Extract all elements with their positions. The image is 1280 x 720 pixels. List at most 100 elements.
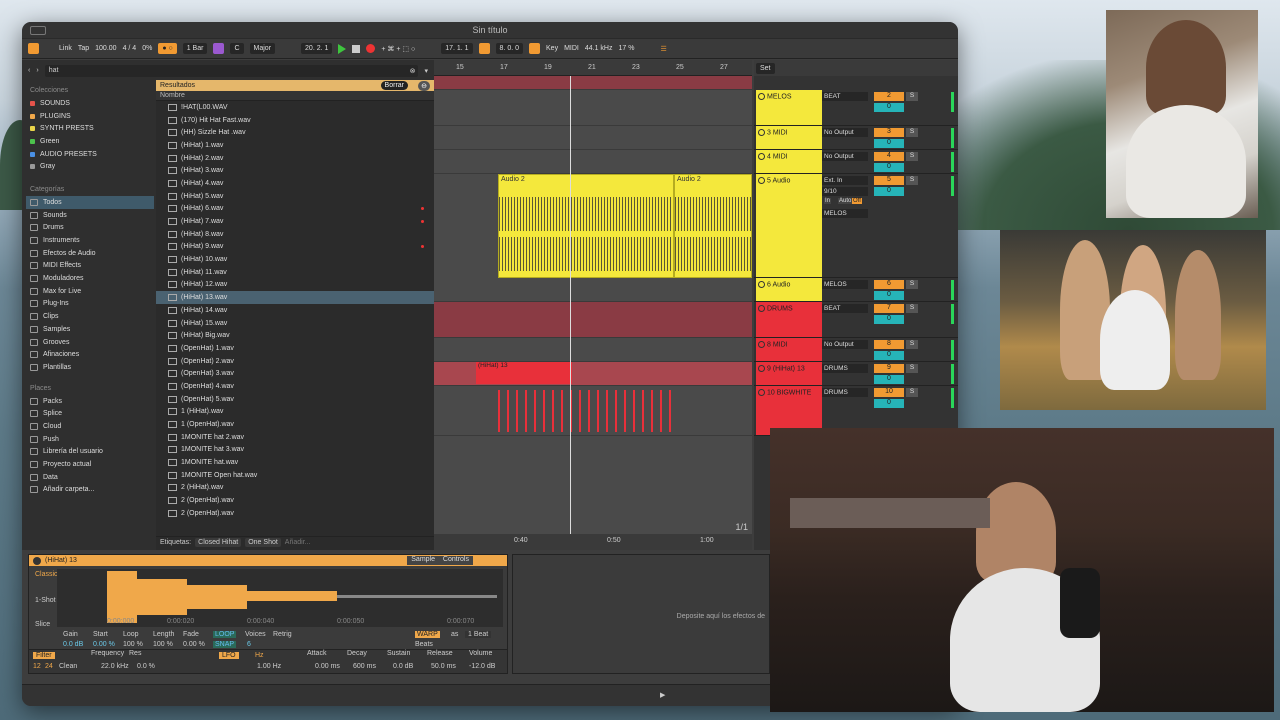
view-toggle-icon[interactable] xyxy=(28,43,39,54)
category-item[interactable]: Drums xyxy=(26,222,154,235)
tag-add[interactable]: Añadir... xyxy=(285,539,311,546)
loop-toggle[interactable]: LOOP xyxy=(213,631,237,638)
frequency-value[interactable]: 22.0 kHz xyxy=(101,663,129,670)
place-item[interactable]: Añadir carpeta... xyxy=(26,484,154,497)
back-icon[interactable]: ‹ xyxy=(28,67,30,74)
track-header[interactable]: 6 Audio MELOS 6 S 0 xyxy=(754,278,958,302)
file-item[interactable]: (HiHat) Big.wav xyxy=(156,329,434,342)
file-item[interactable]: (HiHat) 1.wav xyxy=(156,139,434,152)
file-item[interactable]: 2 (OpenHat).wav xyxy=(156,507,434,520)
lane-6-audio[interactable] xyxy=(434,278,752,302)
length-value[interactable]: 100 % xyxy=(153,641,173,648)
category-item[interactable]: Moduladores xyxy=(26,272,154,285)
file-item[interactable]: (HiHat) 2.wav xyxy=(156,152,434,165)
fold-icon[interactable] xyxy=(758,177,765,184)
lane-8-midi[interactable] xyxy=(434,338,752,362)
file-item[interactable]: (HiHat) 5.wav xyxy=(156,190,434,203)
track-io-dropdown[interactable]: No Output xyxy=(822,340,868,349)
file-item[interactable]: (OpenHat) 1.wav xyxy=(156,342,434,355)
lane-4-midi[interactable] xyxy=(434,150,752,174)
track-pan[interactable]: 0 xyxy=(874,399,904,408)
category-item[interactable]: Instruments xyxy=(26,234,154,247)
lane-9-hihat[interactable]: (HiHat) 13 xyxy=(434,362,752,386)
track-header[interactable]: 3 MIDI No Output 3 S 0 xyxy=(754,126,958,150)
category-item[interactable]: Plantillas xyxy=(26,361,154,374)
collection-item[interactable]: Green xyxy=(26,135,154,148)
audio-clip-1[interactable]: Audio 2 xyxy=(498,174,674,278)
track-io-dropdown[interactable]: No Output xyxy=(822,128,868,137)
solo-button[interactable]: S xyxy=(906,176,918,185)
clear-button[interactable]: Borrar xyxy=(380,81,408,90)
track-activator[interactable]: 4 xyxy=(874,152,904,161)
track-header[interactable]: 5 Audio Ext. In 5 S 0 9/10 MELOS In Auto Off xyxy=(754,174,958,278)
sustain-value[interactable]: 0.0 dB xyxy=(393,663,413,670)
fold-icon[interactable] xyxy=(758,365,765,372)
collection-item[interactable]: AUDIO PRESETS xyxy=(26,148,154,161)
filter-24[interactable]: 24 xyxy=(45,663,53,670)
audio-effects-drop-area[interactable]: Deposite aquí los efectos de xyxy=(512,554,770,674)
fold-icon[interactable] xyxy=(758,389,765,396)
track-header[interactable]: MELOS BEAT 2 S 0 xyxy=(754,90,958,126)
track-io-dropdown[interactable]: Ext. In xyxy=(822,176,868,185)
track-io-dropdown[interactable]: DRUMS xyxy=(822,364,868,373)
file-item[interactable]: 1MONITE hat 2.wav xyxy=(156,431,434,444)
tag-closed-hihat[interactable]: Closed Hihat xyxy=(195,538,242,547)
set-button[interactable]: Set xyxy=(756,63,775,74)
track-activator[interactable]: 2 xyxy=(874,92,904,101)
solo-button[interactable]: S xyxy=(906,364,918,373)
track-activator[interactable]: 5 xyxy=(874,176,904,185)
beat-ruler[interactable]: 15 17 19 21 23 25 27 xyxy=(434,60,752,76)
file-item[interactable]: 1 (HiHat).wav xyxy=(156,406,434,419)
fold-icon[interactable] xyxy=(758,305,765,312)
loop-start-field[interactable]: 17. 1. 1 xyxy=(441,43,473,54)
lfo-hz[interactable]: Hz xyxy=(255,652,264,659)
track-io-dropdown[interactable]: BEAT xyxy=(822,92,868,101)
groove-pct[interactable]: 0% xyxy=(142,45,152,52)
snap-toggle[interactable]: SNAP xyxy=(213,641,237,648)
track-pan[interactable]: 0 xyxy=(874,139,904,148)
solo-button[interactable]: S xyxy=(906,388,918,397)
lane-3-midi[interactable] xyxy=(434,126,752,150)
track-header[interactable]: 9 (HiHat) 13 DRUMS 9 S 0 xyxy=(754,362,958,386)
file-item[interactable]: 1MONITE hat.wav xyxy=(156,456,434,469)
scale-icon[interactable] xyxy=(213,43,225,54)
midi-map-button[interactable]: MIDI xyxy=(564,45,579,52)
collection-item[interactable]: PLUGINS xyxy=(26,110,154,123)
track-name[interactable]: 3 MIDI xyxy=(756,126,822,149)
category-item[interactable]: Plug-Ins xyxy=(26,298,154,311)
time-ruler[interactable]: 0:40 0:50 1:00 xyxy=(434,534,752,550)
track-io-dropdown[interactable]: DRUMS xyxy=(822,388,868,397)
track-pan[interactable]: 0 xyxy=(874,351,904,360)
category-item[interactable]: Samples xyxy=(26,323,154,336)
attack-value[interactable]: 0.00 ms xyxy=(315,663,340,670)
file-item[interactable]: (OpenHat) 2.wav xyxy=(156,355,434,368)
scale-dropdown[interactable]: Major xyxy=(249,43,276,54)
file-item[interactable]: (HiHat) 9.wav xyxy=(156,241,434,254)
track-header[interactable]: 4 MIDI No Output 4 S 0 xyxy=(754,150,958,174)
lane-drums[interactable] xyxy=(434,302,752,338)
file-item[interactable]: (170) Hit Hat Fast.wav xyxy=(156,114,434,127)
tab-sample[interactable]: Sample xyxy=(407,556,439,565)
track-activator[interactable]: 3 xyxy=(874,128,904,137)
file-item[interactable]: (HiHat) 8.wav xyxy=(156,228,434,241)
place-item[interactable]: Splice xyxy=(26,407,154,420)
file-item[interactable]: 2 (OpenHat).wav xyxy=(156,494,434,507)
file-item[interactable]: (OpenHat) 4.wav xyxy=(156,380,434,393)
record-icon[interactable] xyxy=(366,44,376,53)
track-activator[interactable]: 8 xyxy=(874,340,904,349)
input-source-dropdown[interactable]: MELOS xyxy=(822,209,868,218)
file-item[interactable]: (HiHat) 4.wav xyxy=(156,177,434,190)
file-item[interactable]: (HiHat) 15.wav xyxy=(156,317,434,330)
fade-value[interactable]: 0.00 % xyxy=(183,641,205,648)
file-item[interactable]: (HiHat) 3.wav xyxy=(156,164,434,177)
play-icon[interactable] xyxy=(338,43,347,54)
fold-icon[interactable] xyxy=(758,93,765,100)
monitor-auto[interactable]: Auto xyxy=(838,198,853,204)
place-item[interactable]: Proyecto actual xyxy=(26,458,154,471)
key-map-button[interactable]: Key xyxy=(546,45,558,52)
loop-value[interactable]: 100 % xyxy=(123,641,143,648)
filter-icon[interactable]: ▾ xyxy=(424,67,428,75)
clear-search-icon[interactable]: ⊗ xyxy=(410,67,416,75)
key-dropdown[interactable]: C xyxy=(230,43,244,54)
solo-button[interactable]: S xyxy=(906,304,918,313)
